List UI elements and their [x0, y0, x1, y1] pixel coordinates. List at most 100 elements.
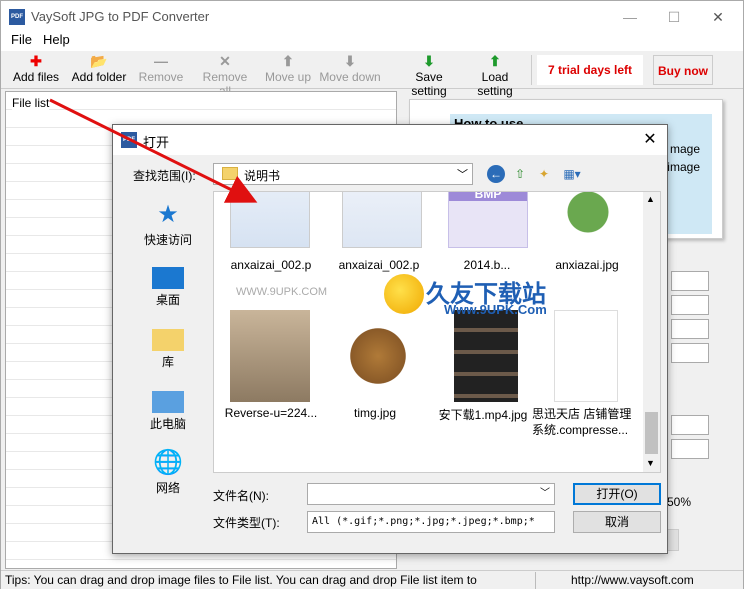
view-menu-icon[interactable]: ▦▾ [559, 165, 585, 183]
folder-icon: 📂 [90, 53, 108, 69]
toolbar: ✚ Add files 📂 Add folder — Remove ✕ Remo… [1, 51, 743, 98]
look-in-value: 说明书 [244, 169, 281, 183]
quality-percent: 50% [667, 495, 692, 509]
dialog-title: 打开 [143, 135, 170, 150]
move-up-button[interactable]: ⬆ Move up [263, 53, 313, 87]
arrow-down-icon: ⬇ [344, 53, 356, 69]
chevron-down-icon: ﹀ [457, 169, 468, 181]
remove-all-button[interactable]: ✕ Remove all [195, 53, 255, 98]
file-name-input[interactable]: ﹀ [307, 483, 555, 505]
status-bar: Tips: You can drag and drop image files … [1, 570, 743, 589]
buy-now-button[interactable]: Buy now [653, 55, 713, 85]
setting-field-1[interactable] [671, 271, 709, 291]
place-this-pc[interactable]: 此电脑 [125, 383, 211, 441]
remove-button[interactable]: — Remove [137, 53, 185, 87]
load-setting-button[interactable]: ⬆ Load setting [463, 53, 527, 98]
bmp-label: BMP [449, 192, 527, 201]
how-to-use-line-1: mage [669, 142, 700, 156]
setting-field-2[interactable] [671, 295, 709, 315]
move-up-label: Move up [264, 70, 312, 84]
file-image [342, 192, 422, 248]
globe-icon: 🌐 [153, 449, 183, 476]
place-libraries[interactable]: 库 [125, 321, 211, 379]
place-label: 快速访问 [143, 233, 192, 247]
move-down-label: Move down [319, 70, 381, 84]
minimize-button[interactable]: — [615, 7, 645, 27]
menu-file[interactable]: File [11, 32, 32, 47]
back-icon[interactable]: ← [487, 165, 505, 183]
website-link[interactable]: http://www.vaysoft.com [571, 573, 694, 587]
toolbar-separator [531, 55, 532, 85]
file-image [554, 310, 618, 402]
file-type-value: All (*.gif;*.png;*.jpg;*.jpeg;*.bmp;* [312, 516, 535, 527]
close-button[interactable]: ✕ [703, 7, 733, 27]
status-divider [535, 572, 536, 589]
open-button[interactable]: 打开(O) [573, 483, 661, 505]
file-name: 思迅天店 店铺管理系统.compresse... [532, 407, 632, 437]
file-thumb[interactable] [540, 192, 636, 248]
menu-bar: File Help [1, 31, 743, 51]
upload-icon: ⬆ [489, 53, 501, 69]
file-type-select[interactable]: All (*.gif;*.png;*.jpg;*.jpeg;*.bmp;* [307, 511, 555, 533]
minus-icon: — [154, 53, 168, 69]
chevron-down-icon[interactable]: ﹀ [540, 484, 550, 504]
file-name: anxaizai_002.p [230, 258, 312, 272]
add-files-label: Add files [12, 70, 60, 84]
file-image [548, 192, 628, 248]
file-image [230, 310, 310, 402]
look-in-label: 查找范围(I): [133, 169, 196, 183]
scroll-down-icon[interactable]: ▼ [646, 458, 655, 468]
file-thumb[interactable] [334, 192, 430, 248]
setting-field-4[interactable] [671, 343, 709, 363]
scrollbar-thumb[interactable] [645, 412, 658, 454]
cancel-button[interactable]: 取消 [573, 511, 661, 533]
new-folder-icon[interactable]: ✦ [535, 165, 553, 183]
add-folder-button[interactable]: 📂 Add folder [71, 53, 127, 87]
file-thumb[interactable] [222, 310, 318, 402]
place-label: 网络 [155, 481, 180, 495]
x-icon: ✕ [219, 53, 231, 69]
file-scrollbar[interactable]: ▲ ▼ [643, 192, 660, 472]
setting-field-6[interactable] [671, 439, 709, 459]
maximize-button[interactable]: ☐ [659, 7, 689, 27]
up-folder-icon[interactable]: ⇧ [511, 165, 529, 183]
status-tips: Tips: You can drag and drop image files … [5, 573, 477, 587]
place-quick-access[interactable]: ★ 快速访问 [125, 197, 211, 255]
file-name: Reverse-u=224... [224, 406, 318, 420]
file-list-header: File list [12, 96, 50, 110]
computer-icon [152, 391, 184, 413]
remove-label: Remove [138, 70, 184, 84]
file-thumb[interactable] [440, 310, 536, 402]
setting-field-5[interactable] [671, 415, 709, 435]
file-name: anxaizai_002.p [338, 258, 420, 272]
star-icon: ★ [157, 201, 179, 228]
file-thumb[interactable]: BMP [440, 192, 536, 248]
title-bar: PDF VaySoft JPG to PDF Converter — ☐ ✕ [1, 1, 743, 31]
add-files-button[interactable]: ✚ Add files [9, 53, 63, 87]
file-name: timg.jpg [353, 406, 397, 420]
place-desktop[interactable]: 桌面 [125, 259, 211, 317]
file-browser[interactable]: anxaizai_002.p anxaizai_002.p BMP 2014.b… [213, 191, 661, 473]
add-folder-label: Add folder [71, 70, 127, 84]
folder-icon [222, 167, 238, 180]
file-thumb[interactable] [540, 310, 636, 402]
download-icon: ⬇ [423, 53, 435, 69]
file-thumb[interactable] [222, 192, 318, 248]
look-in-select[interactable]: 说明书 ﹀ [213, 163, 473, 185]
dialog-close-button[interactable]: ✕ [639, 129, 661, 151]
file-image [230, 192, 310, 248]
file-name: 2014.b... [463, 258, 511, 272]
places-bar: ★ 快速访问 桌面 库 此电脑 🌐 网络 [125, 191, 211, 495]
file-type-label: 文件类型(T): [213, 516, 280, 530]
save-setting-button[interactable]: ⬇ Save setting [397, 53, 461, 98]
dialog-title-bar: PDF 打开 ✕ [113, 125, 667, 155]
setting-field-3[interactable] [671, 319, 709, 339]
desktop-icon [152, 267, 184, 289]
file-thumb[interactable] [330, 310, 426, 402]
plus-icon: ✚ [30, 53, 42, 69]
scroll-up-icon[interactable]: ▲ [646, 194, 655, 204]
place-network[interactable]: 🌐 网络 [125, 445, 211, 503]
move-down-button[interactable]: ⬇ Move down [319, 53, 381, 87]
watermark-www: WWW.9UPK.COM [236, 286, 328, 298]
menu-help[interactable]: Help [43, 32, 70, 47]
